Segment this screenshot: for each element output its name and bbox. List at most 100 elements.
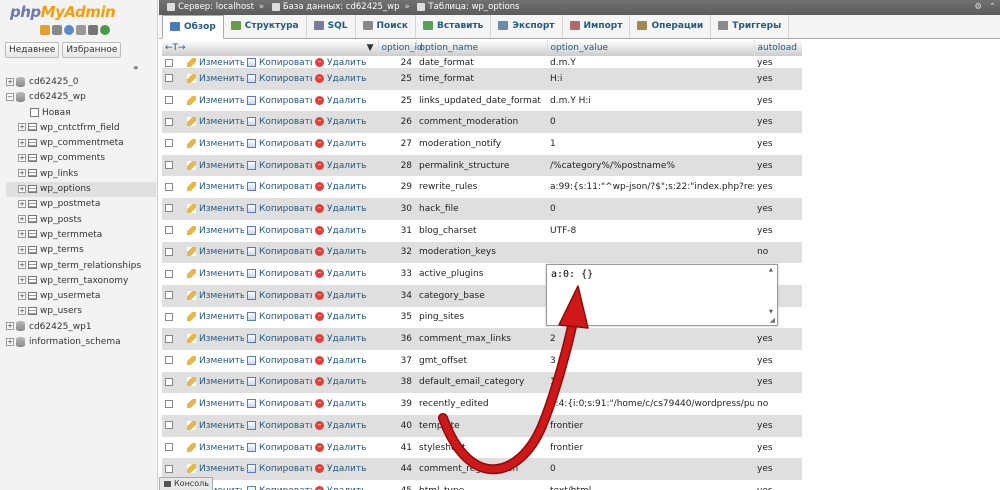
tab-5[interactable]: Экспорт: [491, 15, 563, 38]
cell-option-id[interactable]: 25: [378, 68, 417, 90]
tab-3[interactable]: Поиск: [356, 15, 416, 38]
expand-toggle-icon[interactable]: +: [18, 245, 26, 254]
row-checkbox[interactable]: [165, 399, 173, 408]
row-checkbox[interactable]: [165, 139, 173, 148]
delete-action[interactable]: –Удалить: [312, 284, 379, 307]
edit-action[interactable]: Изменить: [184, 154, 244, 177]
edit-action[interactable]: Изменить: [184, 198, 244, 220]
cell-option-id[interactable]: 30: [378, 198, 417, 220]
cell-option-id[interactable]: 33: [378, 263, 417, 285]
copy-action[interactable]: Копировать: [244, 349, 312, 372]
cell-autoload[interactable]: no: [754, 241, 802, 264]
row-checkbox[interactable]: [165, 161, 173, 170]
cell-autoload[interactable]: yes: [754, 415, 802, 437]
cell-option-name[interactable]: permalink_structure: [416, 154, 548, 177]
cell-option-name[interactable]: recently_edited: [416, 393, 548, 415]
delete-action[interactable]: –Удалить: [312, 328, 379, 350]
tree-item[interactable]: + wp_termmeta: [6, 228, 156, 243]
delete-action[interactable]: –Удалить: [312, 111, 379, 134]
cell-option-id[interactable]: 34: [378, 284, 417, 307]
column-header-option-name[interactable]: option_name: [416, 40, 548, 56]
tree-item[interactable]: + wp_cntctfrm_field: [6, 121, 156, 136]
edit-action[interactable]: Изменить: [184, 349, 244, 372]
delete-action[interactable]: –Удалить: [312, 371, 379, 394]
cell-option-name[interactable]: date_format: [416, 56, 548, 68]
cell-option-id[interactable]: 32: [378, 241, 417, 264]
cell-autoload[interactable]: yes: [754, 56, 802, 68]
edit-action[interactable]: Изменить: [184, 436, 244, 459]
edit-action[interactable]: Изменить: [184, 176, 244, 199]
delete-action[interactable]: –Удалить: [312, 349, 379, 372]
delete-action[interactable]: –Удалить: [312, 480, 379, 490]
row-checkbox[interactable]: [165, 421, 173, 430]
cell-option-id[interactable]: 25: [378, 89, 417, 112]
delete-action[interactable]: –Удалить: [312, 306, 379, 329]
edit-action[interactable]: Изменить: [184, 328, 244, 350]
cell-autoload[interactable]: yes: [754, 328, 802, 350]
sort-icon[interactable]: ▼: [367, 43, 374, 53]
cell-option-name[interactable]: stylesheet: [416, 436, 548, 459]
cell-option-id[interactable]: 29: [378, 176, 417, 199]
editor-scrollbar[interactable]: ▲ ▼: [769, 267, 775, 315]
expand-toggle-icon[interactable]: +: [18, 276, 26, 285]
delete-action[interactable]: –Удалить: [312, 415, 379, 437]
cell-option-value[interactable]: d.m.Y: [547, 56, 755, 68]
cell-option-value[interactable]: 1: [547, 371, 755, 394]
cell-option-value[interactable]: frontier: [547, 436, 755, 459]
cell-option-name[interactable]: comment_max_links: [416, 328, 548, 350]
copy-action[interactable]: Копировать: [244, 68, 312, 90]
cell-option-id[interactable]: 31: [378, 219, 417, 242]
cell-option-id[interactable]: 28: [378, 154, 417, 177]
edit-action[interactable]: Изменить: [184, 56, 244, 68]
cell-option-id[interactable]: 39: [378, 393, 417, 415]
row-checkbox[interactable]: [165, 74, 173, 83]
cell-option-name[interactable]: gmt_offset: [416, 349, 548, 372]
row-checkbox[interactable]: [165, 269, 173, 278]
console-button[interactable]: Консоль: [159, 477, 213, 490]
row-checkbox[interactable]: [165, 377, 173, 386]
column-header-option-id[interactable]: option_id: [378, 40, 423, 56]
edit-action[interactable]: Изменить: [184, 415, 244, 437]
edit-action[interactable]: Изменить: [184, 393, 244, 415]
tree-item[interactable]: Новая: [6, 106, 156, 121]
copy-action[interactable]: Копировать: [244, 306, 312, 329]
tab-1[interactable]: Структура: [224, 15, 307, 38]
cell-option-value[interactable]: 3: [547, 349, 755, 372]
row-checkbox[interactable]: [165, 182, 173, 191]
settings-icon[interactable]: [88, 25, 98, 35]
row-checkbox[interactable]: [165, 291, 173, 300]
row-checkbox[interactable]: [165, 96, 173, 105]
cell-autoload[interactable]: yes: [754, 349, 802, 372]
row-checkbox[interactable]: [165, 464, 173, 473]
copy-action[interactable]: Копировать: [244, 111, 312, 134]
breadcrumb-database[interactable]: База данных: cd62425_wp: [283, 2, 400, 12]
delete-action[interactable]: –Удалить: [312, 241, 379, 264]
cell-option-value[interactable]: frontier: [547, 415, 755, 437]
tree-item[interactable]: + wp_term_taxonomy: [6, 274, 156, 289]
cell-option-name[interactable]: rewrite_rules: [416, 176, 548, 199]
delete-action[interactable]: –Удалить: [312, 89, 379, 112]
editor-value[interactable]: a:0: {}: [551, 269, 593, 280]
copy-action[interactable]: Копировать: [244, 480, 312, 490]
tab-7[interactable]: Операции: [630, 15, 712, 38]
tree-item[interactable]: + wp_commentmeta: [6, 136, 156, 151]
recent-tables-button[interactable]: Недавнее: [5, 42, 60, 58]
gear-icon[interactable]: ⚙: [974, 0, 982, 15]
cell-option-id[interactable]: 35: [378, 306, 417, 329]
cell-option-value[interactable]: /%category%/%postname%: [547, 154, 755, 177]
cell-option-id[interactable]: 40: [378, 415, 417, 437]
cell-option-value[interactable]: text/html: [547, 480, 755, 490]
docs-icon[interactable]: [76, 25, 86, 35]
cell-option-id[interactable]: 37: [378, 349, 417, 372]
row-checkbox[interactable]: [165, 334, 173, 343]
copy-action[interactable]: Копировать: [244, 56, 312, 68]
tree-item[interactable]: + wp_postmeta: [6, 197, 156, 212]
link-icon[interactable]: ⚭: [132, 64, 140, 74]
expand-toggle-icon[interactable]: +: [18, 138, 26, 147]
cell-autoload[interactable]: yes: [754, 458, 802, 481]
cell-autoload[interactable]: yes: [754, 133, 802, 155]
cell-option-name[interactable]: category_base: [416, 284, 548, 307]
edit-action[interactable]: Изменить: [184, 219, 244, 242]
row-checkbox[interactable]: [165, 58, 173, 67]
delete-action[interactable]: –Удалить: [312, 198, 379, 220]
